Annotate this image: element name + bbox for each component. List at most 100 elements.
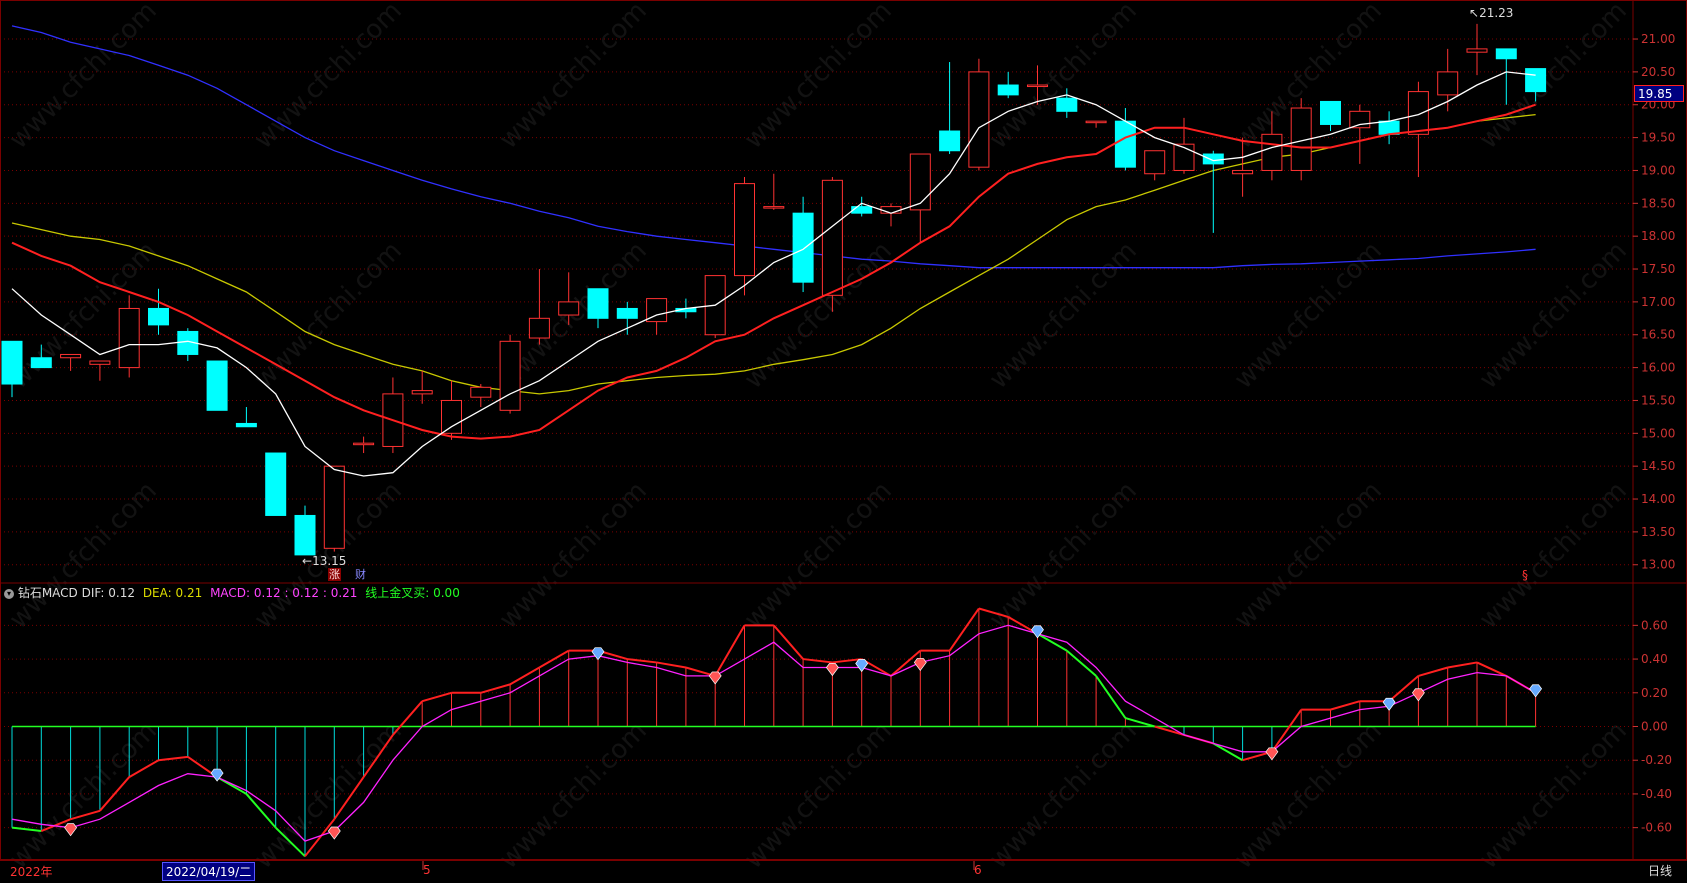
- watermark-text: www.cfchi.com: [1474, 716, 1633, 875]
- kline-macd-chart-svg[interactable]: www.cfchi.com www.cfchi.com www.cfchi.com w…: [0, 0, 1687, 879]
- cursor-date-label: 2022/04/19/二: [162, 862, 256, 881]
- buy-diamond-icon: [708, 671, 722, 685]
- candle[interactable]: [968, 58, 990, 171]
- dif-value: 0.12: [108, 586, 135, 600]
- candle-body: [880, 206, 902, 214]
- candle[interactable]: [411, 370, 433, 404]
- event-marker-s[interactable]: §: [1522, 568, 1528, 582]
- candle[interactable]: [763, 173, 785, 210]
- watermark-text: www.cfchi.com: [249, 716, 408, 875]
- macd-label: MACD:: [210, 586, 251, 600]
- candle[interactable]: [851, 196, 873, 217]
- year-label: 2022年: [10, 865, 53, 879]
- buy-diamond-icon: [1265, 747, 1279, 761]
- candle[interactable]: [1349, 104, 1371, 164]
- candle[interactable]: [353, 436, 375, 454]
- price-tick-label: 13.00: [1641, 558, 1675, 572]
- candle[interactable]: [909, 153, 931, 243]
- macd-value: 0.12 : 0.12 : 0.21: [253, 586, 358, 600]
- candle[interactable]: [265, 452, 287, 516]
- dif-segment: [392, 700, 423, 736]
- candle-body: [30, 357, 52, 369]
- candle-body: [763, 206, 785, 209]
- dif-segment: [714, 624, 746, 677]
- candle[interactable]: [734, 177, 755, 296]
- price-tick-label: 14.50: [1641, 459, 1675, 473]
- candle[interactable]: [880, 203, 902, 227]
- candle-body: [792, 212, 814, 283]
- candle[interactable]: [1378, 111, 1400, 145]
- price-tick-label: 21.00: [1641, 32, 1675, 46]
- candle-body: [235, 422, 257, 428]
- candle[interactable]: [382, 377, 404, 454]
- price-tick-label: 17.00: [1641, 295, 1675, 309]
- dif-segment: [509, 666, 540, 686]
- macd-tick-label: 0.60: [1641, 618, 1668, 632]
- sell-diamond-icon: [855, 659, 869, 673]
- price-tick-label: 18.00: [1641, 229, 1675, 243]
- macd-tick-label: -0.60: [1641, 821, 1672, 835]
- watermark-text: www.cfchi.com: [1474, 236, 1633, 395]
- candle[interactable]: [177, 328, 199, 362]
- candle[interactable]: [294, 505, 316, 556]
- buy-diamond-icon: [913, 658, 927, 672]
- candle-body: [323, 465, 345, 549]
- candle[interactable]: [587, 288, 609, 329]
- event-marker-zhang[interactable]: 涨: [328, 568, 341, 581]
- dif-segment: [1388, 675, 1420, 702]
- price-tick-label: 18.50: [1641, 196, 1675, 210]
- buy-diamond-icon: [825, 663, 839, 677]
- candle[interactable]: [939, 62, 961, 155]
- candle[interactable]: [118, 295, 140, 378]
- event-marker-cai[interactable]: 财: [354, 568, 367, 581]
- candle-body: [528, 317, 550, 339]
- candle-body: [294, 514, 316, 556]
- price-tick-label: 14.00: [1641, 492, 1675, 506]
- cross-value: 0.00: [433, 586, 460, 600]
- candle[interactable]: [206, 360, 228, 411]
- candle[interactable]: [323, 465, 345, 552]
- current-price-tag: 19.85: [1634, 85, 1684, 102]
- candle[interactable]: [89, 360, 111, 381]
- month-6-label: 6: [974, 863, 982, 877]
- candle-body: [587, 288, 609, 319]
- dif-segment: [656, 661, 687, 669]
- candle[interactable]: [235, 407, 257, 428]
- macd-tick-label: -0.40: [1641, 787, 1672, 801]
- watermark-text: www.cfchi.com: [1229, 716, 1388, 875]
- candle[interactable]: [148, 288, 169, 335]
- candle[interactable]: [1320, 100, 1341, 132]
- candle-body: [909, 153, 931, 211]
- macd-tick-label: -0.20: [1641, 753, 1672, 767]
- candle[interactable]: [1144, 150, 1166, 181]
- watermark-text: www.cfchi.com: [4, 716, 163, 875]
- candle-body: [851, 206, 873, 214]
- candle[interactable]: [60, 353, 82, 371]
- period-button[interactable]: 日线: [1648, 862, 1672, 879]
- watermark-text: www.cfchi.com: [984, 476, 1143, 635]
- candle[interactable]: [1085, 120, 1107, 128]
- price-tick-label: 19.50: [1641, 131, 1675, 145]
- price-tick-label: 15.00: [1641, 426, 1675, 440]
- candle[interactable]: [499, 334, 521, 414]
- dif-segment: [1154, 725, 1185, 736]
- dif-segment: [802, 658, 833, 664]
- candle[interactable]: [1202, 150, 1224, 233]
- indicator-collapse-icon[interactable]: ▾: [4, 588, 14, 599]
- date-axis-bar: 2022年 2022/04/19/二 5 6 日线: [0, 860, 1687, 881]
- candle[interactable]: [997, 71, 1019, 99]
- candle[interactable]: [528, 269, 550, 345]
- candle[interactable]: [704, 275, 726, 339]
- sell-diamond-icon: [1382, 697, 1396, 711]
- candle[interactable]: [1466, 23, 1488, 76]
- macd-tick-label: 0.00: [1641, 720, 1668, 734]
- candle[interactable]: [616, 301, 638, 335]
- candle-body: [1027, 84, 1048, 88]
- price-tick-label: 16.50: [1641, 328, 1675, 342]
- candle-body: [734, 183, 755, 277]
- candle-body: [60, 353, 82, 359]
- low-price-value: 13.15: [312, 554, 347, 568]
- candle[interactable]: [646, 298, 668, 335]
- candle[interactable]: [470, 384, 492, 408]
- candle-body: [1407, 91, 1429, 135]
